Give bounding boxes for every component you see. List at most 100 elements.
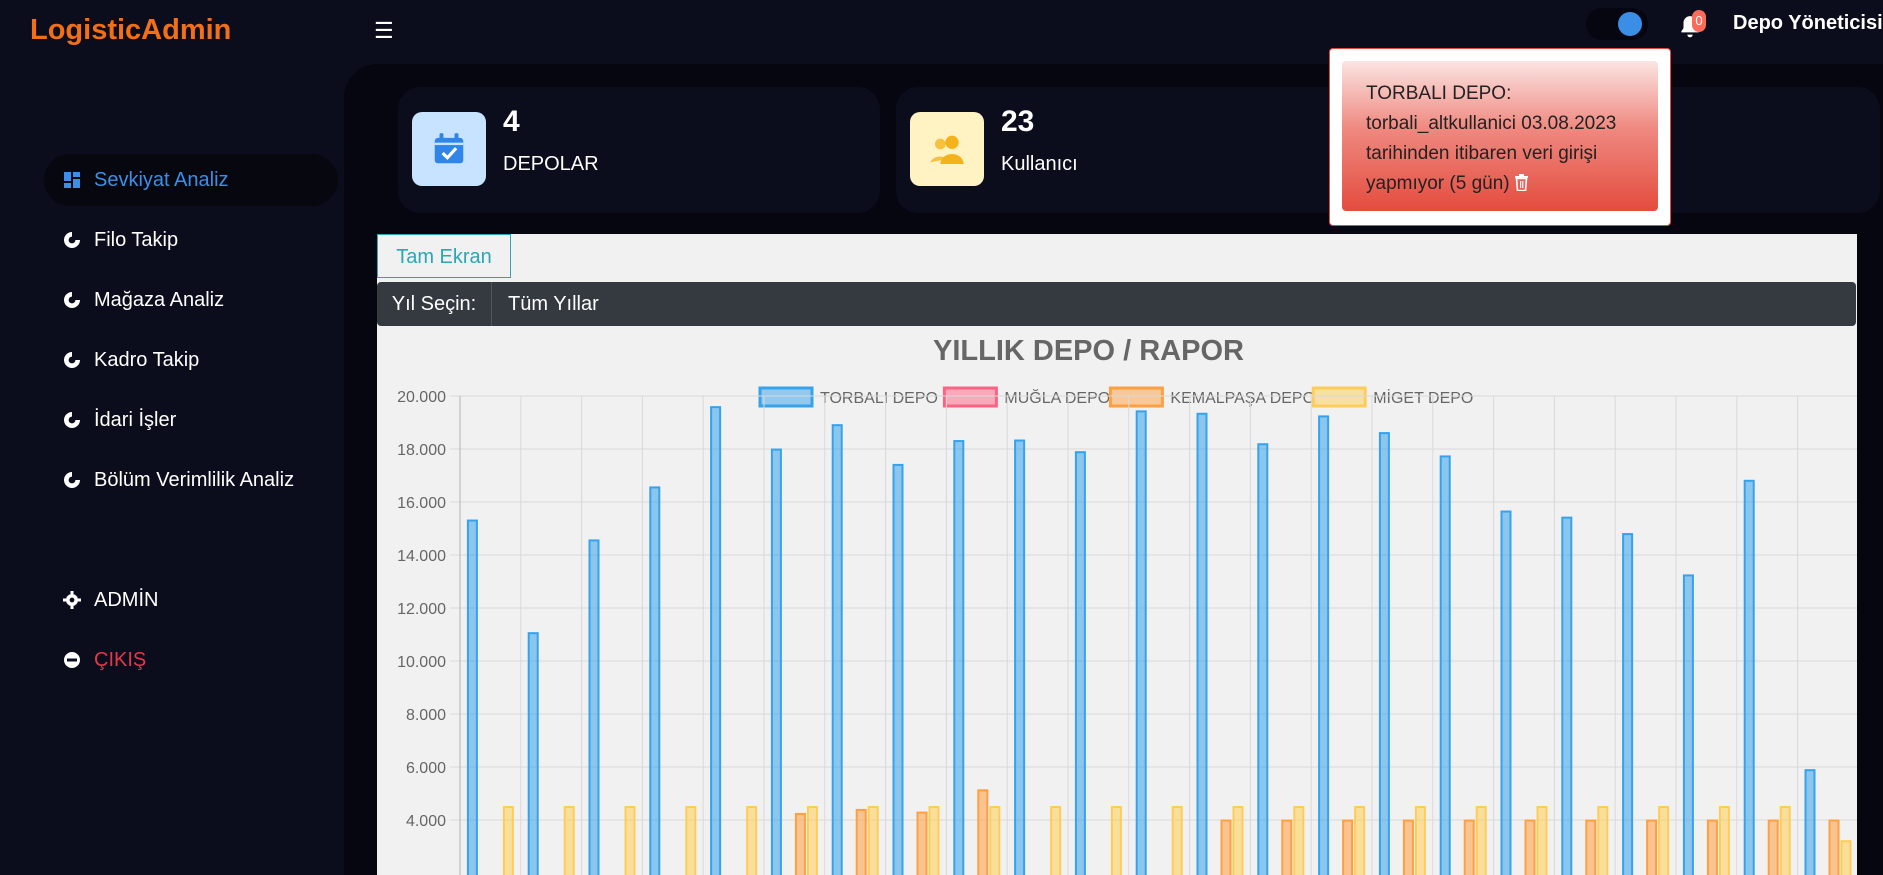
bar xyxy=(502,806,514,875)
bar xyxy=(1281,819,1293,875)
bar xyxy=(563,806,575,875)
y-tick-label: 10.000 xyxy=(397,654,446,671)
bar xyxy=(867,806,879,875)
bar xyxy=(1014,439,1026,875)
bar xyxy=(649,486,661,875)
y-tick-label: 6.000 xyxy=(406,760,446,777)
y-tick-label: 14.000 xyxy=(397,548,446,565)
bar xyxy=(1342,819,1354,875)
bar xyxy=(1658,806,1670,875)
bar xyxy=(466,519,478,875)
sidebar-item-label: ÇIKIŞ xyxy=(94,648,147,671)
bar xyxy=(1500,510,1512,875)
sidebar-item-filo-takip[interactable]: Filo Takip xyxy=(44,214,338,266)
bar xyxy=(1414,806,1426,875)
bar xyxy=(1561,516,1573,875)
y-tick-label: 8.000 xyxy=(406,707,446,724)
fullscreen-button[interactable]: Tam Ekran xyxy=(377,234,511,278)
stat-value: 23 xyxy=(1001,105,1035,138)
sidebar-item-label: Kadro Takip xyxy=(94,348,200,371)
bar xyxy=(831,424,843,875)
bar xyxy=(1585,819,1597,875)
bar xyxy=(1171,806,1183,875)
pie-chart-icon xyxy=(62,290,82,310)
bar xyxy=(855,808,867,875)
bar xyxy=(588,539,600,875)
notification-popup: TORBALI DEPO: torbali_altkullanici 03.08… xyxy=(1329,48,1671,226)
bar xyxy=(1718,806,1730,875)
bar xyxy=(1402,819,1414,875)
bar xyxy=(1257,443,1269,875)
bar xyxy=(989,806,1001,875)
chart-panel: Tam Ekran Yıl Seçin: Tüm Yıllar YILLIK D… xyxy=(377,234,1857,875)
bar xyxy=(1463,819,1475,875)
bar xyxy=(1354,806,1366,875)
stat-card-depolar: 4 DEPOLAR xyxy=(398,87,880,213)
notification-text: TORBALI DEPO: torbali_altkullanici 03.08… xyxy=(1366,83,1617,194)
bar xyxy=(953,440,965,875)
bar xyxy=(1646,819,1658,875)
toggle-knob xyxy=(1618,12,1642,36)
bar xyxy=(770,448,782,875)
year-selector: Yıl Seçin: Tüm Yıllar xyxy=(377,282,1856,326)
sidebar-item-admin[interactable]: ADMİN xyxy=(44,574,338,626)
bar xyxy=(1767,819,1779,875)
chart-title: YILLIK DEPO / RAPOR xyxy=(933,335,1244,367)
sidebar-item-label: Mağaza Analiz xyxy=(94,288,225,311)
pie-chart-icon xyxy=(62,410,82,430)
year-select[interactable]: Tüm Yıllar xyxy=(492,282,1857,326)
sidebar-item-kadro-takip[interactable]: Kadro Takip xyxy=(44,334,338,386)
bar xyxy=(527,632,539,875)
stat-label: Kullanıcı xyxy=(1001,153,1078,175)
stat-value: 4 xyxy=(503,105,520,138)
sidebar-item-sevkiyat-analiz[interactable]: Sevkiyat Analiz xyxy=(44,154,338,206)
sidebar-item-bolum-verimlilik-analiz[interactable]: Bölüm Verimlilik Analiz xyxy=(44,454,338,506)
notification-message: TORBALI DEPO: torbali_altkullanici 03.08… xyxy=(1366,79,1656,199)
legend-label: TORBALI DEPO xyxy=(820,390,938,407)
bar xyxy=(1293,806,1305,875)
menu-toggle-icon[interactable]: ☰ xyxy=(374,18,394,44)
bar xyxy=(1439,455,1451,875)
user-menu[interactable]: Depo Yöneticisi xyxy=(1733,12,1883,35)
bar xyxy=(1378,432,1390,875)
sidebar-item-magaza-analiz[interactable]: Mağaza Analiz xyxy=(44,274,338,326)
trash-icon[interactable] xyxy=(1514,174,1529,191)
bar xyxy=(1536,806,1548,875)
dashboard-icon xyxy=(62,170,82,190)
notification-count-badge: 0 xyxy=(1692,10,1706,32)
year-label: Yıl Seçin: xyxy=(377,282,492,326)
bar xyxy=(624,806,636,875)
bar xyxy=(794,812,806,875)
legend-swatch xyxy=(942,386,998,408)
sidebar-item-label: Bölüm Verimlilik Analiz xyxy=(94,468,295,491)
theme-toggle[interactable] xyxy=(1586,8,1648,40)
bar xyxy=(916,811,928,875)
bar xyxy=(806,806,818,875)
sidebar-item-label: ADMİN xyxy=(94,588,159,611)
app-logo[interactable]: LogisticAdmin xyxy=(30,14,231,47)
bar xyxy=(1074,451,1086,875)
bar xyxy=(1828,819,1840,875)
bar xyxy=(1682,574,1694,875)
bar xyxy=(1110,806,1122,875)
sidebar-item-idari-isler[interactable]: İdari İşler xyxy=(44,394,338,446)
legend-label: MİGET DEPO xyxy=(1373,388,1473,407)
bar xyxy=(710,406,722,875)
bar xyxy=(1779,806,1791,875)
bar xyxy=(977,789,989,875)
bar xyxy=(928,806,940,875)
bar xyxy=(746,806,758,875)
legend-swatch xyxy=(1108,386,1164,408)
stat-label: DEPOLAR xyxy=(503,153,599,175)
bar xyxy=(1232,806,1244,875)
logout-icon xyxy=(62,650,82,670)
bar xyxy=(1050,806,1062,875)
bar xyxy=(1706,819,1718,875)
legend-swatch xyxy=(758,386,814,408)
bar xyxy=(1743,479,1755,875)
notification-body: TORBALI DEPO: torbali_altkullanici 03.08… xyxy=(1342,61,1658,211)
bar xyxy=(685,806,697,875)
sidebar-item-cikis[interactable]: ÇIKIŞ xyxy=(44,634,338,686)
bar xyxy=(1840,840,1852,875)
y-tick-label: 12.000 xyxy=(397,601,446,618)
